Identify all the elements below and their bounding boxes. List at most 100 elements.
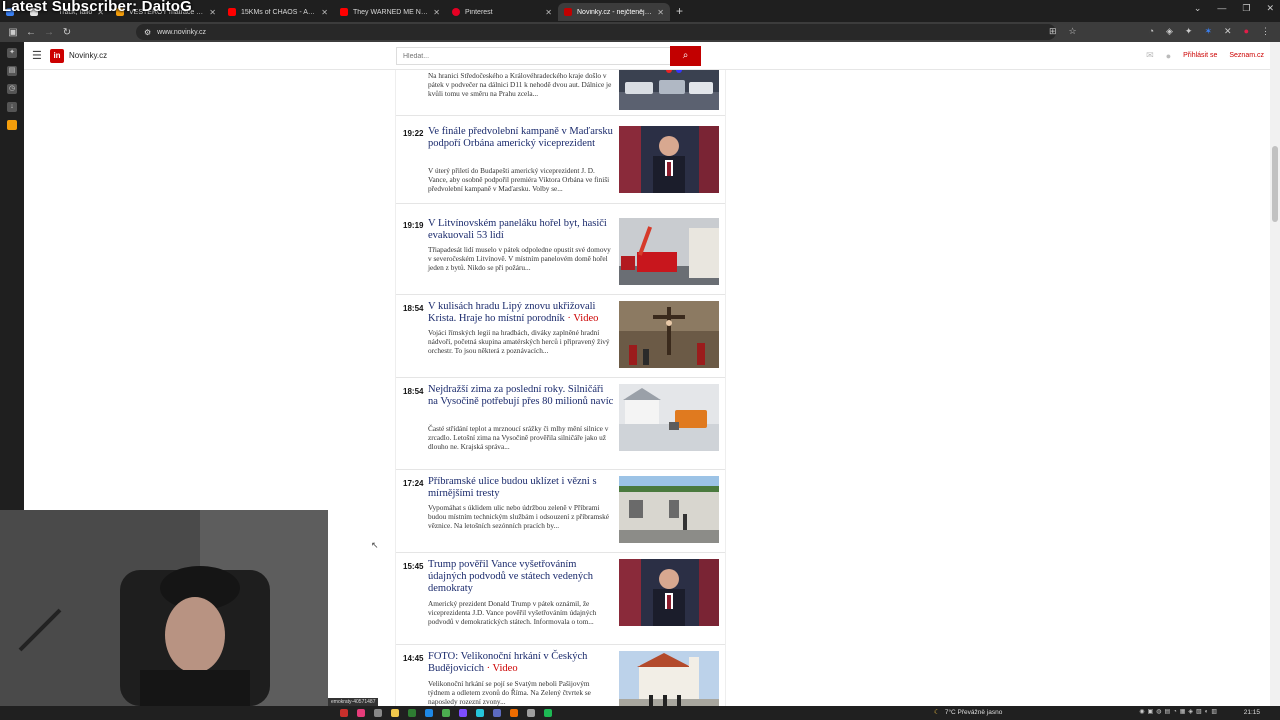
status-url: emokraty-40571487 [328, 698, 379, 706]
article-headline[interactable]: FOTO: Velikonoční hrkání v Českých Buděj… [428, 651, 614, 675]
profile-avatar-icon[interactable]: ● [1244, 26, 1249, 37]
article-title[interactable]: Trump pověřil Vance vyšetřováním údajnýc… [428, 559, 593, 594]
extension-icon[interactable]: ✶ [1204, 26, 1212, 37]
search-button[interactable]: ⌕ [670, 46, 701, 66]
news-article[interactable]: 19:19 V Litvínovském paneláku hořel byt,… [396, 212, 725, 295]
weather-widget[interactable]: ☾ 7°C Převážně jasno [934, 708, 1002, 717]
app-icon[interactable] [527, 709, 535, 717]
article-thumbnail[interactable] [619, 651, 719, 706]
app-icon[interactable] [510, 709, 518, 717]
video-label[interactable]: · Video [487, 663, 518, 674]
app-icon[interactable] [493, 709, 501, 717]
system-tray[interactable]: ◉▣◍▤◔▦◈▧◐▥ [1139, 708, 1220, 715]
article-thumbnail[interactable] [619, 476, 719, 543]
article-title[interactable]: Nejdražší zima za poslední roky. Silničá… [428, 384, 613, 407]
article-headline[interactable]: Trump pověřil Vance vyšetřováním údajnýc… [428, 559, 614, 595]
close-icon[interactable]: ✕ [209, 8, 216, 17]
article-perex: Americký prezident Donald Trump v pátek … [428, 599, 597, 626]
article-title[interactable]: V Litvínovském paneláku hořel byt, hasič… [428, 218, 607, 241]
article-thumbnail[interactable] [619, 126, 719, 193]
app-icon[interactable] [374, 709, 382, 717]
browser-tab-active[interactable]: Novinky.cz - nejčtenější zprávy ✕ [558, 3, 670, 21]
article-thumbnail[interactable] [619, 301, 719, 368]
close-icon[interactable]: ✕ [545, 8, 552, 17]
article-headline[interactable]: Příbramské ulice budou uklízet i vězni s… [428, 476, 614, 500]
sidebar-toggle-icon[interactable]: ▣ [4, 27, 22, 38]
app-icon[interactable] [391, 709, 399, 717]
article-title[interactable]: Ve finále předvolební kampaně v Maďarsku… [428, 126, 613, 149]
news-article[interactable]: Na hranici Středočeského a Královéhradec… [396, 70, 725, 116]
app-icon[interactable] [476, 709, 484, 717]
article-thumbnail[interactable] [619, 384, 719, 451]
news-article[interactable]: 15:45 Trump pověřil Vance vyšetřováním ú… [396, 553, 725, 645]
article-time: 18:54 [403, 387, 424, 396]
extension-icon[interactable]: ◔ [1149, 26, 1154, 37]
taskbar-clock[interactable]: 21:15 [1244, 709, 1260, 716]
close-icon[interactable]: ✕ [321, 8, 328, 17]
download-icon[interactable]: ↓ [7, 102, 17, 112]
app-icon[interactable] [408, 709, 416, 717]
site-brand-name[interactable]: Novinky.cz [69, 51, 107, 60]
back-icon[interactable]: ← [22, 27, 40, 38]
search-input[interactable] [396, 47, 672, 65]
minimize-icon[interactable]: — [1217, 3, 1226, 14]
news-article[interactable]: 14:45 FOTO: Velikonoční hrkání v Českých… [396, 645, 725, 706]
scrollbar-thumb[interactable] [1272, 146, 1278, 222]
app-icon[interactable] [340, 709, 348, 717]
reload-icon[interactable]: ↻ [58, 27, 76, 38]
article-time: 14:45 [403, 654, 424, 663]
page-scrollbar[interactable] [1270, 42, 1280, 706]
extension-icon[interactable]: ◈ [1166, 26, 1173, 37]
news-article[interactable]: 18:54 Nejdražší zima za poslední roky. S… [396, 378, 725, 470]
novinky-logo[interactable]: in [50, 48, 64, 63]
news-article[interactable]: 18:54 V kulisách hradu Lipý znovu ukřižo… [396, 295, 725, 378]
close-window-icon[interactable]: ✕ [1266, 3, 1274, 14]
spotify-icon[interactable] [544, 709, 552, 717]
new-tab-button[interactable]: + [676, 4, 683, 18]
sidebar-icon[interactable]: ✦ [7, 48, 17, 58]
article-thumbnail[interactable] [619, 559, 719, 626]
bookmark-star-icon[interactable]: ☆ [1068, 26, 1076, 37]
history-icon[interactable]: ◷ [7, 84, 17, 94]
article-title[interactable]: Příbramské ulice budou uklízet i vězni s… [428, 476, 597, 499]
login-link[interactable]: Přihlásit se [1183, 52, 1217, 59]
site-info-icon[interactable]: ⚙ [144, 28, 151, 37]
browser-tab[interactable]: Pinterest ✕ [446, 3, 558, 21]
sidebar-icon[interactable]: ▤ [7, 66, 17, 76]
app-icon[interactable] [357, 709, 365, 717]
url-field[interactable]: ⚙ www.novinky.cz [136, 24, 1056, 40]
app-icon[interactable] [425, 709, 433, 717]
forward-icon[interactable]: → [40, 27, 58, 38]
close-icon[interactable]: ✕ [657, 8, 664, 17]
article-headline[interactable]: Ve finále předvolební kampaně v Maďarsku… [428, 126, 614, 150]
sidebar-icon[interactable] [7, 120, 17, 130]
address-bar-row: ▣ ← → ↻ ⚙ www.novinky.cz ⊞ ☆ ◔ ◈ ✦ ✶ ✕ ●… [0, 22, 1280, 42]
youtube-icon [228, 8, 236, 16]
close-icon[interactable]: ✕ [433, 8, 440, 17]
video-label[interactable]: · Video [567, 313, 598, 324]
news-article[interactable]: 17:24 Příbramské ulice budou uklízet i v… [396, 470, 725, 553]
article-thumbnail[interactable] [619, 70, 719, 110]
extension-icon[interactable]: ✕ [1224, 26, 1232, 37]
extensions-puzzle-icon[interactable]: ✦ [1185, 26, 1193, 37]
mail-icon[interactable]: ✉ [1146, 50, 1154, 61]
tab-search-icon[interactable]: ⌄ [1194, 3, 1202, 14]
app-icon[interactable] [442, 709, 450, 717]
maximize-icon[interactable]: ❐ [1242, 3, 1250, 14]
install-app-icon[interactable]: ⊞ [1049, 26, 1057, 37]
menu-dots-icon[interactable]: ⋮ [1261, 26, 1270, 37]
tab-favicon-icon [564, 8, 572, 16]
tab-label: 15KMs of CHAOS - Abandoned [241, 8, 316, 16]
app-icon[interactable] [459, 709, 467, 717]
seznam-link[interactable]: Seznam.cz [1229, 52, 1264, 59]
article-headline[interactable]: Nejdražší zima za poslední roky. Silničá… [428, 384, 614, 408]
news-article[interactable]: 19:22 Ve finále předvolební kampaně v Ma… [396, 120, 725, 204]
browser-tab[interactable]: 15KMs of CHAOS - Abandoned ✕ [222, 3, 334, 21]
article-headline[interactable]: V kulisách hradu Lipý znovu ukřižovali K… [428, 301, 614, 325]
hamburger-menu-icon[interactable]: ☰ [32, 49, 46, 62]
site-header: ☰ in Novinky.cz ⌕ ✉ ● Přihlásit se Sezna… [24, 42, 1272, 70]
chat-icon[interactable]: ● [1166, 51, 1171, 61]
article-thumbnail[interactable] [619, 218, 719, 285]
article-headline[interactable]: V Litvínovském paneláku hořel byt, hasič… [428, 218, 614, 242]
browser-tab[interactable]: They WARNED ME Not To Do I ✕ [334, 3, 446, 21]
